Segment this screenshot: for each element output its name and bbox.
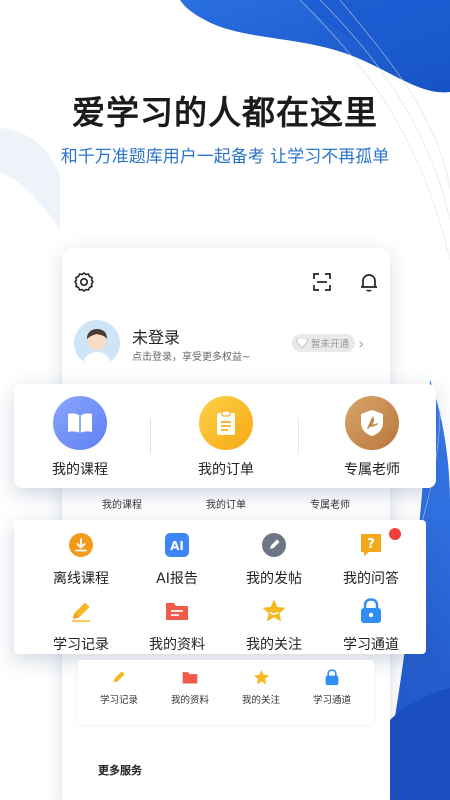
login-tip[interactable]: 点击登录，享受更多权益~: [132, 348, 250, 363]
study-record-button[interactable]: 学习记录: [32, 598, 128, 658]
my-follows-button[interactable]: 我的关注: [225, 598, 321, 658]
exclusive-teacher-label: 专属老师: [344, 462, 400, 478]
small-study-channel[interactable]: 学习通道: [297, 668, 367, 708]
menu-divider: [298, 418, 299, 454]
small-my-materials-label: 我的资料: [170, 695, 209, 706]
settings-gear-icon[interactable]: [72, 270, 96, 294]
diamond-icon: [296, 338, 308, 348]
small-label-order: 我的订单: [206, 500, 246, 511]
hero-subtitle: 和千万准题库用户一起备考 让学习不再孤单: [60, 147, 390, 167]
small-my-follows[interactable]: 我的关注: [226, 668, 296, 708]
small-my-follows-label: 我的关注: [241, 695, 280, 706]
pencil-icon: [68, 598, 94, 624]
my-materials-button[interactable]: 我的资料: [128, 598, 224, 658]
small-label-course: 我的课程: [102, 500, 142, 511]
main-menu-card: 我的课程 我的订单 专属老师: [14, 384, 436, 488]
star-icon: [261, 598, 287, 624]
avatar[interactable]: [74, 320, 120, 366]
small-label-teacher: 专属老师: [310, 500, 350, 511]
lock-icon: [358, 598, 384, 624]
small-study-record-label: 学习记录: [99, 695, 138, 706]
svg-text:AI: AI: [170, 539, 184, 553]
small-study-record[interactable]: 学习记录: [84, 668, 154, 708]
ai-report-label: AI报告: [156, 571, 198, 587]
pencil-icon: [110, 668, 128, 686]
my-materials-label: 我的资料: [149, 637, 205, 653]
lock-icon: [323, 668, 341, 686]
my-posts-label: 我的发帖: [246, 571, 302, 587]
membership-badge[interactable]: 暂未开通: [292, 334, 356, 352]
study-channel-label: 学习通道: [343, 637, 399, 653]
my-qa-label: 我的问答: [343, 571, 399, 587]
my-courses-button[interactable]: 我的课程: [18, 384, 158, 488]
scan-icon[interactable]: [310, 270, 334, 294]
small-study-channel-label: 学习通道: [312, 695, 351, 706]
my-follows-label: 我的关注: [246, 637, 302, 653]
more-services-heading: 更多服务: [98, 764, 142, 777]
bell-icon[interactable]: [357, 270, 381, 294]
my-posts-button[interactable]: 我的发帖: [225, 532, 321, 592]
folder-icon: [181, 668, 199, 686]
star-icon: [252, 668, 270, 686]
ai-icon: AI: [164, 532, 190, 558]
my-orders-label: 我的订单: [198, 462, 254, 478]
chevron-right-icon[interactable]: ›: [358, 334, 364, 353]
user-name[interactable]: 未登录: [132, 324, 180, 348]
my-qa-button[interactable]: ? 我的问答: [322, 532, 418, 592]
small-my-materials[interactable]: 我的资料: [155, 668, 225, 708]
offline-courses-button[interactable]: 离线课程: [32, 532, 128, 592]
hero-title: 爱学习的人都在这里: [72, 93, 378, 132]
book-icon: [53, 396, 107, 450]
study-channel-button[interactable]: 学习通道: [322, 598, 418, 658]
study-record-label: 学习记录: [53, 637, 109, 653]
offline-courses-label: 离线课程: [53, 571, 109, 587]
notification-dot: [389, 528, 401, 540]
menu-divider: [150, 418, 151, 454]
svg-text:?: ?: [367, 537, 375, 552]
teacher-shield-icon: [345, 396, 399, 450]
download-icon: [68, 532, 94, 558]
ai-report-button[interactable]: AI AI报告: [128, 532, 224, 592]
user-avatar-icon: [74, 320, 120, 366]
my-courses-label: 我的课程: [52, 462, 108, 478]
clipboard-icon: [199, 396, 253, 450]
my-orders-button[interactable]: 我的订单: [164, 384, 304, 488]
exclusive-teacher-button[interactable]: 专属老师: [310, 384, 450, 488]
question-icon: ?: [358, 532, 384, 558]
post-icon: [261, 532, 287, 558]
membership-badge-label: 暂未开通: [311, 339, 350, 350]
folder-icon: [164, 598, 190, 624]
